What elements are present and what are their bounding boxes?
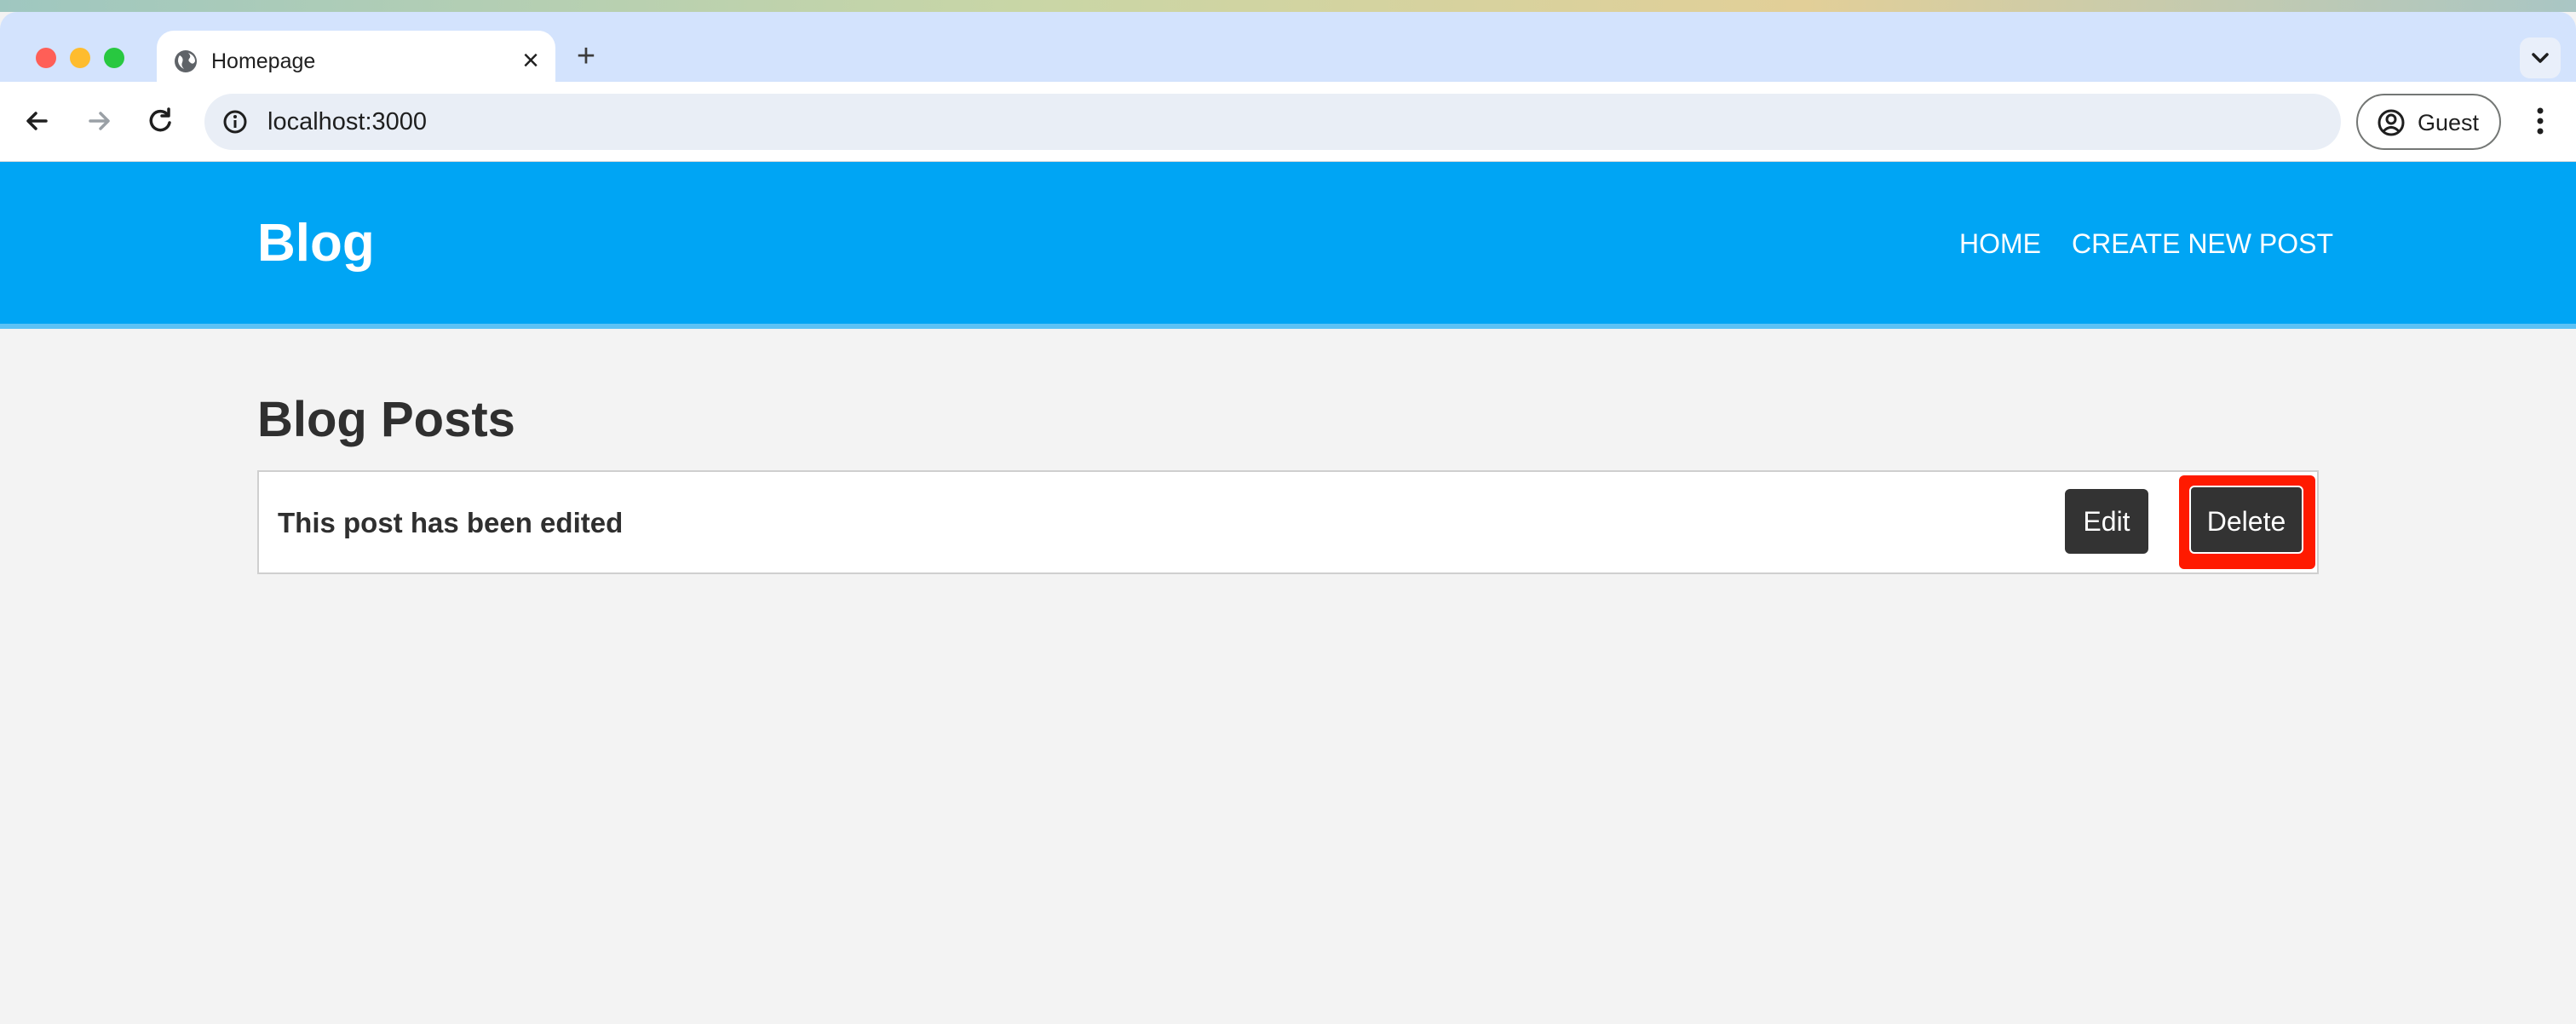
back-arrow-icon[interactable] — [17, 101, 58, 141]
site-logo[interactable]: Blog — [257, 213, 375, 274]
more-options-icon[interactable] — [2523, 101, 2557, 141]
delete-post-button[interactable]: Delete — [2189, 486, 2303, 554]
window-close-button[interactable] — [36, 48, 56, 68]
page-title: Blog Posts — [257, 392, 515, 447]
window-minimize-button[interactable] — [70, 48, 90, 68]
tab-search-button[interactable] — [2520, 37, 2561, 78]
address-bar[interactable]: localhost:3000 — [204, 94, 2341, 150]
desktop-wallpaper-strip — [0, 0, 2576, 12]
browser-toolbar: localhost:3000 Guest — [0, 82, 2576, 162]
close-tab-icon[interactable]: × — [515, 44, 547, 77]
post-list-item: This post has been edited Edit Delete — [257, 470, 2319, 574]
window-maximize-button[interactable] — [104, 48, 124, 68]
page-viewport: Blog HOME CREATE NEW POST Blog Posts Thi… — [0, 162, 2576, 1024]
site-header: Blog HOME CREATE NEW POST — [0, 162, 2576, 329]
post-title: This post has been edited — [278, 507, 624, 538]
account-circle-icon — [2378, 109, 2405, 136]
chevron-down-icon — [2532, 53, 2549, 63]
globe-icon — [175, 50, 197, 72]
nav-create-post-link[interactable]: CREATE NEW POST — [2072, 227, 2333, 261]
nav-home-link[interactable]: HOME — [1959, 227, 2041, 261]
edit-post-button[interactable]: Edit — [2065, 489, 2148, 554]
browser-tab-bar: Homepage × + — [0, 12, 2576, 94]
reload-icon[interactable] — [140, 101, 181, 141]
tab-title: Homepage — [211, 49, 316, 73]
url-text: localhost:3000 — [267, 108, 428, 135]
profile-label: Guest — [2418, 110, 2480, 135]
new-tab-icon[interactable]: + — [567, 37, 605, 75]
forward-arrow-icon[interactable] — [78, 101, 119, 141]
site-info-icon[interactable] — [220, 106, 250, 137]
profile-button[interactable]: Guest — [2356, 94, 2501, 150]
